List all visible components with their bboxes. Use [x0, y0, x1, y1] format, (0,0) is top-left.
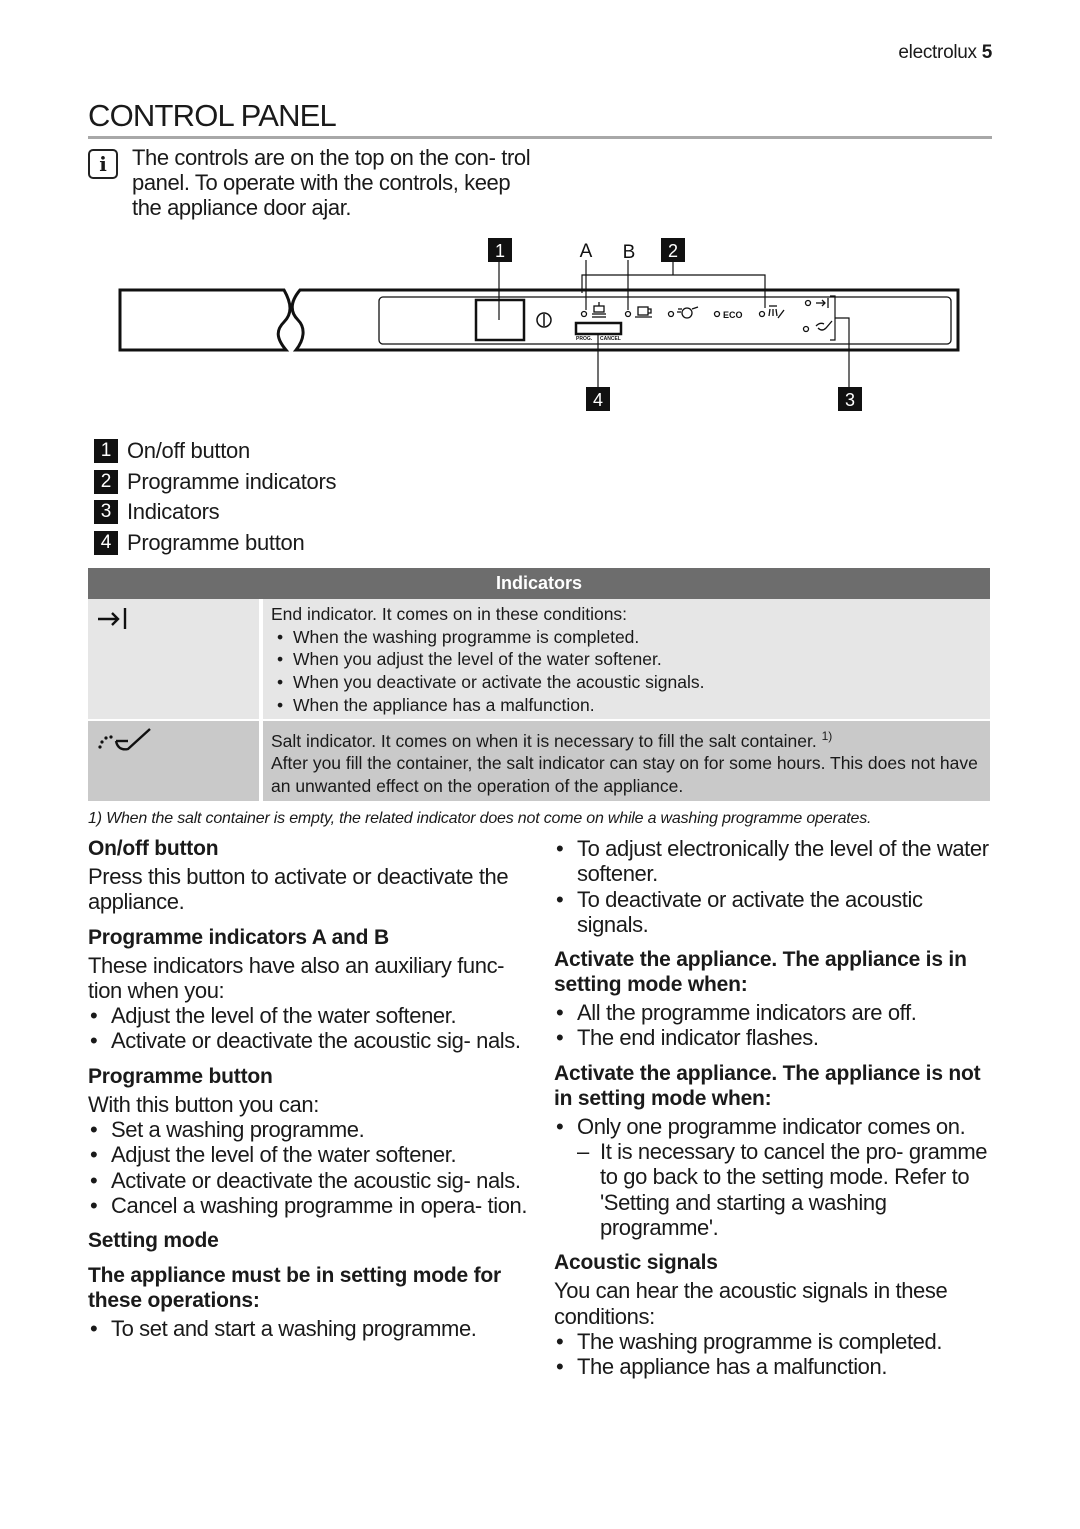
on-off-symbol-icon: [536, 312, 552, 328]
indicators-table: Indicators End indicator. It comes on in…: [88, 568, 990, 801]
heading-on-off: On/off button: [88, 837, 219, 860]
led-salt: [802, 325, 810, 333]
list-item: Activate or deactivate the acoustic sig-…: [88, 1168, 533, 1194]
page-number: 5: [981, 42, 993, 63]
heading-programme-indicators: Programme indicators A and B: [88, 925, 389, 949]
pots-pans-icon: [592, 302, 606, 318]
heading-in-setting-mode: Activate the appliance. The appliance is…: [554, 948, 967, 997]
rinse-shower-icon: [768, 305, 785, 319]
right-column: To adjust electronically the level of th…: [554, 836, 999, 1380]
salt-indicator-text: After you fill the container, the salt i…: [271, 753, 978, 796]
salt-indicator-icon: [98, 727, 151, 751]
callout-3: 3: [838, 387, 862, 411]
end-indicator-intro: End indicator. It comes on in these cond…: [271, 604, 628, 624]
led-a: [580, 310, 588, 318]
on-off-text: Press this button to activate or deactiv…: [88, 864, 509, 915]
led-b: [624, 310, 632, 318]
led-quick: [667, 310, 675, 318]
left-column: On/off button Press this button to activ…: [88, 836, 533, 1342]
cancel-label: CANCEL: [600, 336, 621, 342]
brand-name: electrolux: [898, 42, 977, 63]
list-item: Cancel a washing programme in opera- tio…: [88, 1193, 533, 1219]
svg-text:4: 4: [593, 390, 603, 410]
title-divider: [88, 136, 992, 139]
info-note: i The controls are on the top on the con…: [88, 145, 538, 220]
legend-number: 3: [94, 500, 118, 525]
led-end: [804, 299, 812, 307]
programme-button-shape: [574, 321, 623, 336]
info-note-text: The controls are on the top on the con- …: [132, 145, 531, 220]
list-item: The washing programme is completed.: [554, 1329, 999, 1355]
control-panel-diagram: PROG. CANCEL ECO 1 2 3 4 A B: [118, 238, 960, 411]
legend-number: 2: [94, 469, 118, 494]
page-header: electrolux 5: [898, 42, 992, 64]
acoustic-signals-text: You can hear the acoustic signals in the…: [554, 1278, 948, 1329]
quick-wash-icon: [677, 306, 699, 319]
setting-mode-subheading: The appliance must be in setting mode fo…: [88, 1264, 502, 1313]
eco-label: ECO: [723, 310, 743, 320]
legend-label: Programme button: [127, 529, 305, 555]
list-item: Only one programme indicator comes on.: [554, 1114, 999, 1140]
list-item: Set a washing programme.: [88, 1117, 533, 1143]
programme-button-text: With this button you can:: [88, 1091, 319, 1117]
table-footnote: 1) When the salt container is empty, the…: [88, 810, 872, 827]
panel-left-piece: [118, 288, 292, 352]
salt-indicator-icon: [815, 320, 833, 331]
list-item: To set and start a washing programme.: [88, 1316, 533, 1342]
list-item: To adjust electronically the level of th…: [554, 836, 999, 887]
legend-number: 4: [94, 530, 118, 555]
list-item: The appliance has a malfunction.: [554, 1354, 999, 1380]
heading-acoustic-signals: Acoustic signals: [554, 1251, 718, 1275]
info-icon: i: [88, 149, 118, 179]
programme-indicators-text: These indicators have also an auxiliary …: [88, 952, 505, 1003]
list-item: All the programme indicators are off.: [554, 1000, 999, 1026]
table-header: Indicators: [88, 568, 990, 599]
list-item: Activate or deactivate the acoustic sig-…: [88, 1028, 533, 1054]
panel-right-piece: [290, 288, 960, 352]
led-eco: [713, 310, 721, 318]
list-item: Adjust the level of the water softener.: [88, 1142, 533, 1168]
list-item: When you deactivate or activate the acou…: [271, 671, 982, 694]
callout-1: 1: [488, 238, 512, 262]
heading-not-in-setting-mode: Activate the appliance. The appliance is…: [554, 1061, 981, 1110]
legend-label: Indicators: [127, 499, 220, 525]
list-subitem: It is necessary to cancel the pro- gramm…: [554, 1139, 999, 1240]
svg-text:3: 3: [845, 390, 855, 410]
prog-label: PROG.: [576, 336, 593, 342]
legend-item: 4 Programme button: [94, 528, 336, 559]
end-indicator-icon: [98, 608, 127, 629]
callout-2: 2: [661, 238, 685, 262]
section-title: CONTROL PANEL: [88, 98, 337, 133]
table-row: End indicator. It comes on in these cond…: [88, 599, 990, 721]
legend-label: Programme indicators: [127, 468, 337, 494]
legend-item: 3 Indicators: [94, 497, 336, 528]
svg-text:1: 1: [495, 241, 505, 261]
end-indicator-icon: [816, 298, 829, 308]
letter-a: A: [580, 241, 593, 262]
list-item: When the appliance has a malfunction.: [271, 694, 982, 717]
heading-setting-mode: Setting mode: [88, 1229, 219, 1253]
salt-indicator-intro: Salt indicator. It comes on when it is n…: [271, 730, 817, 751]
letter-b: B: [623, 242, 636, 263]
led-rinse: [758, 310, 766, 318]
list-item: The end indicator flashes.: [554, 1025, 999, 1051]
legend-list: 1 On/off button 2 Programme indicators 3 In…: [94, 436, 337, 559]
legend-number: 1: [94, 439, 118, 464]
list-item: When the washing programme is completed.: [271, 626, 982, 649]
table-row: Salt indicator. It comes on when it is n…: [88, 720, 990, 801]
callout-4: 4: [586, 387, 610, 411]
cup-icon: [635, 306, 652, 318]
legend-item: 1 On/off button: [94, 436, 336, 467]
legend-label: On/off button: [127, 438, 250, 464]
list-item: To deactivate or activate the acoustic s…: [554, 887, 999, 938]
list-item: When you adjust the level of the water s…: [271, 648, 982, 671]
list-item: Adjust the level of the water softener.: [88, 1003, 533, 1029]
heading-programme-button: Programme button: [88, 1064, 273, 1088]
legend-item: 2 Programme indicators: [94, 467, 337, 498]
svg-text:2: 2: [668, 241, 678, 261]
footnote-ref: 1): [821, 728, 833, 743]
on-off-button-shape: [474, 298, 526, 342]
panel-display-area: [378, 296, 952, 345]
